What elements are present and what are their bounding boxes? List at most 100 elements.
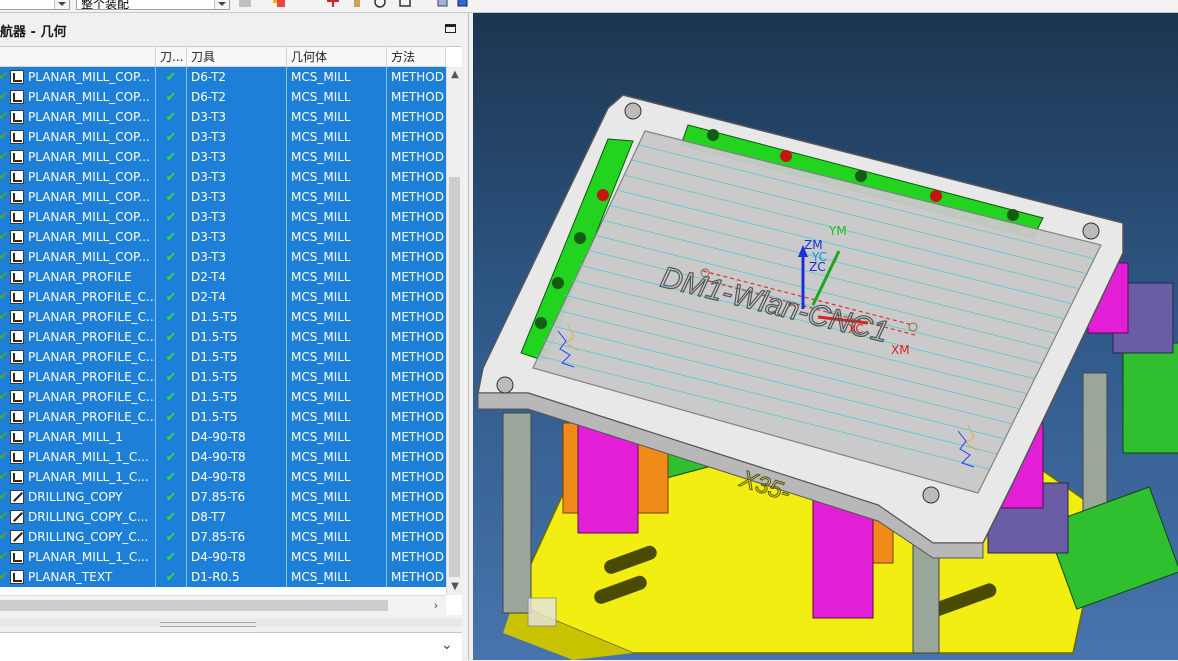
tool-icon[interactable] [350,0,364,8]
status-check-icon: ✔ [0,387,9,407]
method-cell: METHOD [391,270,444,284]
col-head-name[interactable] [0,47,156,67]
geometry-cell: MCS_MILL [287,387,387,407]
snap-point-icon[interactable] [272,0,286,8]
table-row[interactable]: ✔ PLANAR_PROFILE_C... ✔ D1.5-T5MCS_MILL METH… [0,387,446,407]
status-check-icon: ✔ [0,287,9,307]
tool-status-cell: ✔ [156,187,187,207]
tool-cell: D4-90-T8 [187,427,287,447]
select-icon[interactable] [238,0,252,8]
planar-mill-icon [10,570,24,584]
table-row[interactable]: ✔ PLANAR_MILL_COP... ✔ D3-T3MCS_MILL METHOD [0,127,446,147]
horizontal-scrollbar[interactable]: › [0,595,446,615]
table-row[interactable]: ✔ PLANAR_MILL_COP... ✔ D3-T3MCS_MILL METHOD [0,187,446,207]
table-row[interactable]: ✔ DRILLING_COPY_C... ✔ D8-T7MCS_MILL METHOD [0,507,446,527]
col-head-tool-status[interactable]: 刀... [156,47,187,67]
status-check-icon: ✔ [0,327,9,347]
scroll-up-icon[interactable]: ▲ [447,67,462,83]
cube-icon[interactable] [436,0,450,8]
tool-cell: D3-T3 [187,187,287,207]
check-icon: ✔ [165,70,177,85]
tool-cell: D1.5-T5 [187,387,287,407]
chevron-down-icon[interactable] [214,0,229,9]
col-head-method[interactable]: 方法 [387,47,446,67]
tool-status-cell: ✔ [156,87,187,107]
point-red-icon[interactable] [326,0,340,8]
operation-name: PLANAR_MILL_COP... [28,187,156,207]
tool-cell: D8-T7 [187,507,287,527]
table-row[interactable]: ✔ PLANAR_MILL_COP... ✔ D3-T3MCS_MILL METHOD [0,147,446,167]
table-row[interactable]: ✔ PLANAR_PROFILE_C... ✔ D1.5-T5MCS_MILL METH… [0,307,446,327]
col-head-tool[interactable]: 刀具 [187,47,287,67]
method-cell: METHOD [391,330,444,344]
view-triad[interactable] [527,597,557,627]
tool-status-cell: ✔ [156,127,187,147]
status-check-icon: ✔ [0,467,9,487]
method-cell: METHOD [391,550,444,564]
method-cell: METHOD [391,350,444,364]
tool-cell: D3-T3 [187,107,287,127]
splitter-grip[interactable] [160,622,256,627]
axis-label-zc: ZC [809,260,826,274]
col-head-geometry[interactable]: 几何体 [287,47,387,67]
table-row[interactable]: ✔ PLANAR_PROFILE_C... ✔ D1.5-T5MCS_MILL METH… [0,327,446,347]
table-row[interactable]: ✔ PLANAR_PROFILE_C... ✔ D1.5-T5MCS_MILL METH… [0,407,446,427]
panel-splitter[interactable] [0,619,462,627]
table-row[interactable]: ✔ PLANAR_PROFILE_C... ✔ D1.5-T5MCS_MILL METH… [0,347,446,367]
chevron-down-icon[interactable] [54,0,69,9]
tool-status-cell: ✔ [156,407,187,427]
tool-cell: D7.85-T6 [187,487,287,507]
filter-combo[interactable] [0,0,70,10]
assembly-scope-combo[interactable]: 整个装配 [76,0,230,11]
tool-cell: D4-90-T8 [187,447,287,467]
horizontal-scroll-thumb[interactable] [0,600,388,611]
tool-cell: D1.5-T5 [187,367,287,387]
tool-status-cell: ✔ [156,347,187,367]
vertical-scrollbar[interactable]: ▲ ▼ [446,67,462,595]
table-row[interactable]: ✔ PLANAR_PROFILE ✔ D2-T4MCS_MILL METHOD [0,267,446,287]
table-row[interactable]: ✔ PLANAR_MILL_COP... ✔ D6-T2MCS_MILL METHOD [0,87,446,107]
check-icon: ✔ [165,330,177,345]
table-row[interactable]: ✔ PLANAR_PROFILE_C... ✔ D2-T4MCS_MILL METHOD [0,287,446,307]
chevron-down-icon[interactable]: ⌄ [441,637,453,653]
table-row[interactable]: ✔ PLANAR_MILL_COP... ✔ D3-T3MCS_MILL METHOD [0,107,446,127]
navigator-title: 航器 - 几何 [0,25,67,40]
table-row[interactable]: ✔ PLANAR_MILL_1_C... ✔ D4-90-T8MCS_MILL METH… [0,447,446,467]
table-row[interactable]: ✔ PLANAR_TEXT ✔ D1-R0.5MCS_MILL METHOD [0,567,446,587]
graphics-viewport[interactable]: DM1-Wlan-CNC1 X35- YM ZM YC ZC XC XM [473,13,1178,660]
tool-cell: D6-T2 [187,67,287,87]
scroll-right-icon[interactable]: › [428,596,444,615]
table-row[interactable]: ✔ PLANAR_MILL_COP... ✔ D3-T3MCS_MILL METHOD [0,227,446,247]
method-cell: METHOD [391,370,444,384]
table-row[interactable]: ✔ PLANAR_PROFILE_C... ✔ D1.5-T5MCS_MILL METH… [0,367,446,387]
tool-cell: D7.85-T6 [187,527,287,547]
planar-mill-icon [10,250,24,264]
fixture-model: DM1-Wlan-CNC1 X35- YM ZM YC ZC XC XM [477,94,1178,660]
cube-shaded-icon[interactable] [456,0,470,8]
table-row[interactable]: ✔ PLANAR_MILL_COP... ✔ D3-T3MCS_MILL METHOD [0,167,446,187]
table-row[interactable]: ✔ PLANAR_MILL_1_C... ✔ D4-90-T8MCS_MILL METH… [0,547,446,567]
scroll-down-icon[interactable]: ▼ [447,579,462,595]
table-row[interactable]: ✔ PLANAR_MILL_COP... ✔ D3-T3MCS_MILL METHOD [0,207,446,227]
check-icon: ✔ [165,250,177,265]
tool-status-cell: ✔ [156,527,187,547]
table-row[interactable]: ✔ PLANAR_MILL_1 ✔ D4-90-T8MCS_MILL METHOD [0,427,446,447]
maximize-icon[interactable] [445,24,456,33]
method-cell: METHOD [391,510,444,524]
method-cell: METHOD [391,110,444,124]
check-icon: ✔ [165,210,177,225]
status-check-icon: ✔ [0,207,9,227]
operation-navigator-panel: 航器 - 几何 刀... 刀具 几何体 方法 ✔ PLANAR_MILL_COP.… [0,13,469,661]
table-row[interactable]: ✔ DRILLING_COPY_C... ✔ D7.85-T6MCS_MILL METH… [0,527,446,547]
geometry-cell: MCS_MILL [287,327,387,347]
geometry-cell: MCS_MILL [287,507,387,527]
vertical-scroll-thumb[interactable] [449,177,460,577]
table-row[interactable]: ✔ PLANAR_MILL_COP... ✔ D3-T3MCS_MILL METHOD [0,247,446,267]
table-row[interactable]: ✔ DRILLING_COPY ✔ D7.85-T6MCS_MILL METHOD [0,487,446,507]
geometry-cell: MCS_MILL [287,527,387,547]
table-row[interactable]: ✔ PLANAR_MILL_COP... ✔ D6-T2MCS_MILL METHOD [0,67,446,87]
table-row[interactable]: ✔ PLANAR_MILL_1_C... ✔ D4-90-T8MCS_MILL METH… [0,467,446,487]
display-icon[interactable] [398,0,412,8]
rotate-icon[interactable] [373,0,387,8]
tool-cell: D1-R0.5 [187,567,287,587]
